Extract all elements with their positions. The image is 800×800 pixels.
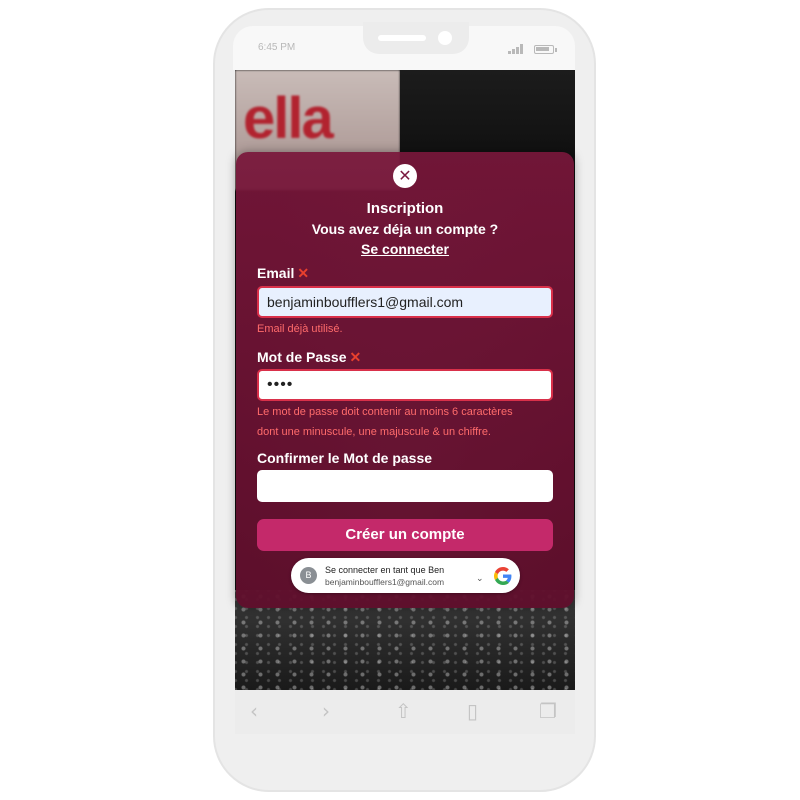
google-logo-icon: [494, 567, 512, 585]
bookmarks-icon[interactable]: ▯: [467, 699, 478, 723]
google-signin-title: Se connecter en tant que Ben: [325, 565, 445, 575]
signal-icon: [508, 44, 526, 54]
chevron-down-icon[interactable]: ⌄: [476, 574, 484, 584]
password-error-line2: dont une minuscule, une majuscule & un c…: [257, 426, 491, 438]
create-account-button[interactable]: Créer un compte: [257, 519, 553, 551]
tabs-icon[interactable]: ❐: [539, 699, 557, 723]
confirm-password-field[interactable]: [257, 470, 553, 502]
error-x-icon: ✕: [349, 349, 362, 365]
email-label-text: Email: [257, 265, 295, 281]
modal-title: Inscription: [366, 200, 444, 217]
background-sign-text: ella: [243, 86, 334, 151]
google-signin-chip[interactable]: [291, 558, 520, 593]
speaker-grille: [378, 35, 426, 41]
confirm-password-label: Confirmer le Mot de passe: [257, 450, 433, 466]
close-button[interactable]: ✕: [393, 164, 417, 188]
avatar: B: [300, 567, 317, 584]
status-time: 6:45 PM: [258, 42, 296, 53]
login-link[interactable]: Se connecter: [236, 241, 574, 257]
password-field[interactable]: ••••: [257, 369, 553, 401]
forward-icon[interactable]: ›: [322, 699, 330, 723]
email-field[interactable]: [257, 286, 553, 318]
password-error-line1: Le mot de passe doit contenir au moins 6…: [257, 406, 513, 418]
password-label-text: Mot de Passe: [257, 349, 347, 365]
back-icon[interactable]: ‹: [250, 699, 258, 723]
front-camera: [438, 31, 452, 45]
error-x-icon: ✕: [297, 265, 310, 281]
modal-subtitle: Vous avez déja un compte ?: [311, 221, 499, 237]
google-signin-email: benjaminboufflers1@gmail.com: [325, 577, 445, 587]
battery-icon: [534, 45, 554, 54]
email-label: Email ✕: [257, 265, 309, 282]
share-icon[interactable]: ⇧: [395, 699, 412, 723]
email-error: Email déjà utilisé.: [257, 323, 343, 335]
password-label: Mot de Passe ✕: [257, 349, 361, 366]
battery-tip: [555, 48, 557, 52]
